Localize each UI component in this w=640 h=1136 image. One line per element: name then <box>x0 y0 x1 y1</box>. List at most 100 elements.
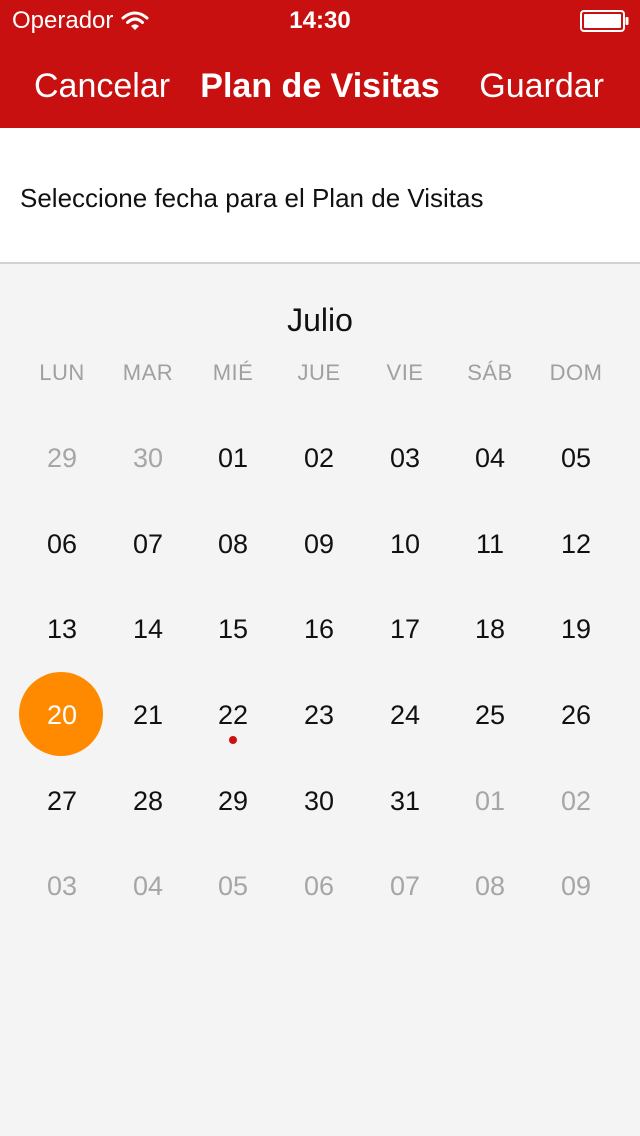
calendar-day[interactable]: 24 <box>362 672 448 758</box>
calendar-day-selected[interactable]: 20 <box>19 672 105 758</box>
day-number: 09 <box>560 870 592 901</box>
day-number: 09 <box>303 528 335 559</box>
weekday-label: DOM <box>549 360 603 385</box>
day-number: 11 <box>475 528 505 559</box>
calendar-day[interactable]: 04 <box>447 415 533 501</box>
calendar-day[interactable]: 13 <box>19 586 105 672</box>
day-number: 08 <box>217 528 249 559</box>
day-number: 26 <box>560 699 592 730</box>
calendar-day[interactable]: 11 <box>447 501 533 587</box>
day-number: 15 <box>217 613 249 644</box>
day-number: 17 <box>389 613 421 644</box>
calendar-day[interactable]: 19 <box>533 586 619 672</box>
day-number: 22 <box>217 699 249 730</box>
calendar-day[interactable]: 27 <box>19 758 105 844</box>
calendar-day[interactable]: 04 <box>105 843 191 929</box>
day-number: 02 <box>303 442 335 473</box>
calendar-day[interactable]: 12 <box>533 501 619 587</box>
day-number: 29 <box>217 785 249 816</box>
instruction-text: Seleccione fecha para el Plan de Visitas <box>20 183 484 213</box>
weekday-label: JUE <box>297 360 341 385</box>
day-number: 05 <box>560 442 592 473</box>
instruction-panel: Seleccione fecha para el Plan de Visitas <box>0 128 640 264</box>
day-number: 08 <box>474 870 506 901</box>
calendar-day[interactable]: 02 <box>533 758 619 844</box>
day-number: 04 <box>474 442 506 473</box>
calendar-day[interactable]: 25 <box>447 672 533 758</box>
calendar-day[interactable]: 28 <box>105 758 191 844</box>
month-title: Julio <box>287 302 353 338</box>
calendar-day[interactable]: 16 <box>276 586 362 672</box>
calendar-day[interactable]: 31 <box>362 758 448 844</box>
day-number: 29 <box>46 442 78 473</box>
calendar-day[interactable]: 14 <box>105 586 191 672</box>
day-number: 30 <box>303 785 335 816</box>
day-number: 25 <box>474 699 506 730</box>
calendar-day[interactable]: 08 <box>190 501 276 587</box>
day-number: 24 <box>389 699 421 730</box>
calendar-day[interactable]: 05 <box>533 415 619 501</box>
status-bar: Operador 14:30 <box>0 0 640 40</box>
day-number: 01 <box>474 785 506 816</box>
day-number: 14 <box>132 613 164 644</box>
day-number: 02 <box>560 785 592 816</box>
day-number: 23 <box>303 699 335 730</box>
day-number: 07 <box>389 870 421 901</box>
day-number: 03 <box>389 442 421 473</box>
calendar-day[interactable]: 05 <box>190 843 276 929</box>
day-number: 04 <box>132 870 164 901</box>
calendar-day[interactable]: 18 <box>447 586 533 672</box>
calendar-day[interactable]: 23 <box>276 672 362 758</box>
save-button[interactable]: Guardar <box>479 66 604 106</box>
event-dot <box>229 736 237 744</box>
calendar-day[interactable]: 03 <box>19 843 105 929</box>
calendar-day[interactable]: 09 <box>276 501 362 587</box>
calendar-day[interactable]: 29 <box>19 415 105 501</box>
day-number: 07 <box>132 528 164 559</box>
day-number: 30 <box>132 442 164 473</box>
navigation-bar: Cancelar Plan de Visitas Guardar <box>0 48 640 124</box>
day-number: 06 <box>46 528 78 559</box>
day-number: 05 <box>217 870 249 901</box>
day-number: 06 <box>303 870 335 901</box>
calendar-day[interactable]: 01 <box>447 758 533 844</box>
calendar-day[interactable]: 06 <box>276 843 362 929</box>
day-number: 01 <box>217 442 249 473</box>
calendar-day[interactable]: 21 <box>105 672 191 758</box>
calendar-day[interactable]: 02 <box>276 415 362 501</box>
calendar-day[interactable]: 08 <box>447 843 533 929</box>
day-number: 12 <box>560 528 592 559</box>
day-number: 18 <box>474 613 506 644</box>
calendar-day[interactable]: 03 <box>362 415 448 501</box>
day-number: 10 <box>389 528 421 559</box>
day-number: 19 <box>560 613 592 644</box>
calendar-day[interactable]: 30 <box>105 415 191 501</box>
day-number: 13 <box>46 613 78 644</box>
calendar: Julio LUN MAR MIÉ JUE VIE SÁB DOM 29 30 01 02 03 04 0… <box>0 266 640 1136</box>
weekday-label: SÁB <box>467 360 513 385</box>
calendar-day[interactable]: 07 <box>362 843 448 929</box>
calendar-day[interactable]: 10 <box>362 501 448 587</box>
calendar-day[interactable]: 17 <box>362 586 448 672</box>
day-number: 03 <box>46 870 78 901</box>
day-number: 28 <box>132 785 164 816</box>
calendar-day[interactable]: 29 <box>190 758 276 844</box>
day-number: 21 <box>132 699 164 730</box>
calendar-day[interactable]: 22 <box>190 672 276 758</box>
calendar-day[interactable]: 26 <box>533 672 619 758</box>
day-number: 20 <box>46 699 78 730</box>
weekday-label: LUN <box>39 360 85 385</box>
weekday-label: MAR <box>122 360 174 385</box>
calendar-day[interactable]: 09 <box>533 843 619 929</box>
day-number: 31 <box>389 785 421 816</box>
battery-icon <box>580 10 629 32</box>
calendar-day[interactable]: 07 <box>105 501 191 587</box>
header: Operador 14:30 Cancelar Plan de Visitas … <box>0 0 640 128</box>
calendar-day[interactable]: 01 <box>190 415 276 501</box>
weekday-label: MIÉ <box>212 360 254 385</box>
day-number: 27 <box>46 785 78 816</box>
calendar-day[interactable]: 15 <box>190 586 276 672</box>
day-number: 16 <box>303 613 335 644</box>
calendar-day[interactable]: 06 <box>19 501 105 587</box>
calendar-day[interactable]: 30 <box>276 758 362 844</box>
